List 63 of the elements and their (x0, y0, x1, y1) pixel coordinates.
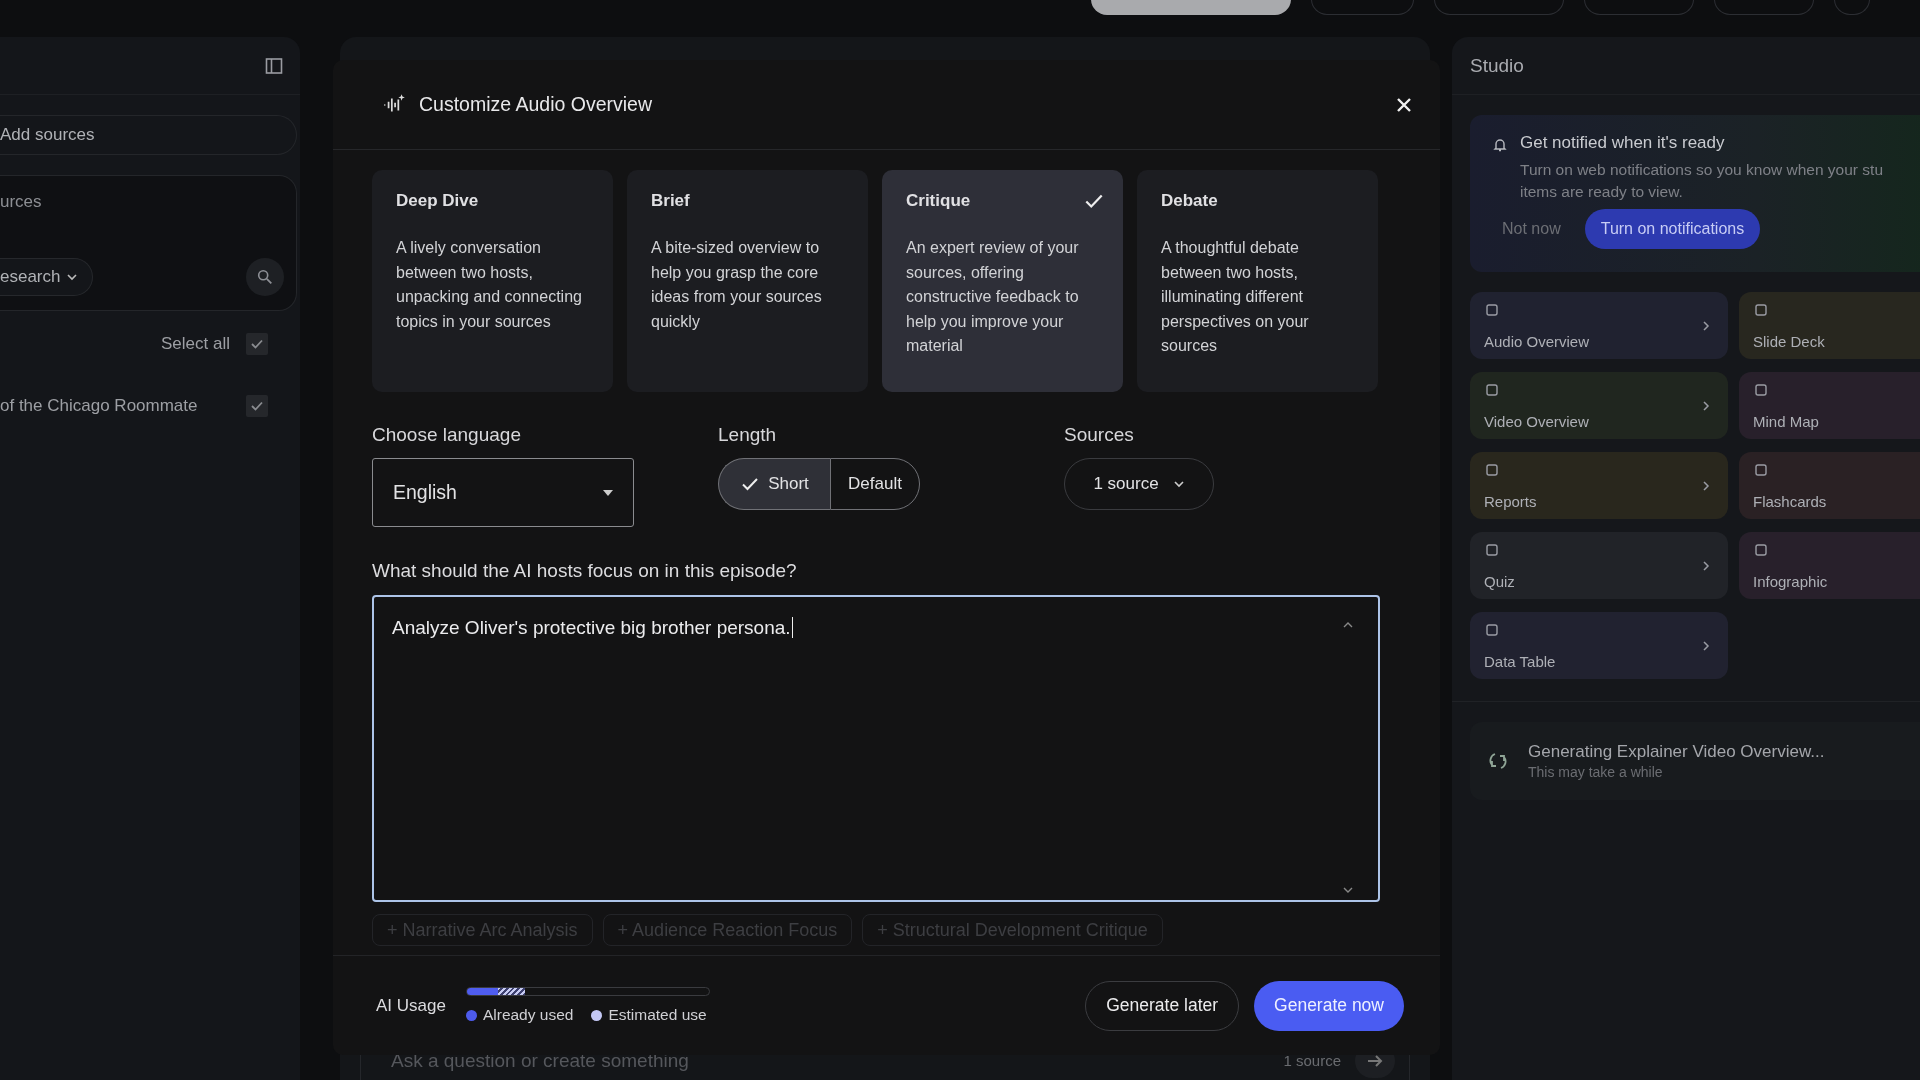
format-card[interactable]: Critique An expert review of your sources, offering constructive feedback to help you improve your material (882, 170, 1123, 392)
chevron-down-icon (1172, 478, 1185, 490)
source-count: 1 source (1283, 1052, 1341, 1069)
turn-on-notifications-button[interactable]: Turn on notifications (1584, 209, 1761, 249)
search-icon (256, 268, 274, 286)
tile-icon (1484, 462, 1500, 478)
panel-title: Studio (1470, 54, 1524, 77)
tile-icon (1484, 622, 1500, 638)
studio-tile[interactable]: Reports (1470, 452, 1728, 519)
tile-icon (1753, 382, 1769, 398)
studio-tile[interactable]: Audio Overview (1470, 292, 1728, 359)
length-label: Length (718, 424, 778, 446)
source-checkbox[interactable] (246, 395, 268, 417)
notice-text: Turn on web notifications so you know when your stu (1520, 160, 1883, 180)
add-sources-button[interactable]: Add sources (0, 115, 297, 155)
legend-label: Estimated use (608, 1006, 707, 1024)
tile-icon (1484, 302, 1500, 318)
tile-icon (1753, 462, 1769, 478)
studio-tile[interactable]: Quiz (1470, 532, 1728, 599)
chevron-down-icon (66, 271, 79, 283)
language-select[interactable]: English (372, 458, 634, 527)
generating-subtitle: This may take a while (1528, 764, 1664, 780)
format-card[interactable]: Deep Dive A lively conversation between two hosts, unpacking and connecting topics in your sources (372, 170, 613, 392)
studio-tile[interactable]: Slide Deck (1739, 292, 1920, 359)
focus-text-area[interactable]: Analyze Oliver's protective big brother persona. (372, 595, 1380, 902)
chevron-right-icon (1700, 320, 1712, 332)
search-mode-dropdown[interactable]: esearch (0, 258, 94, 296)
select-all-checkbox[interactable] (246, 333, 268, 355)
format-card[interactable]: Brief A bite-sized overview to help you grasp the core ideas from your sources quickly (627, 170, 868, 392)
chevron-right-icon (1700, 640, 1712, 652)
usage-label: AI Usage (376, 995, 446, 1016)
source-title[interactable]: of the Chicago Roommate (0, 396, 198, 416)
bell-icon (1492, 137, 1508, 153)
studio-tile[interactable]: Video Overview (1470, 372, 1728, 439)
length-option[interactable]: Short (718, 458, 830, 510)
chevron-right-icon (1700, 560, 1712, 572)
select-all-label: Select all (161, 334, 230, 354)
legend-label: Already used (482, 1006, 574, 1024)
sources-label: Sources (1064, 424, 1135, 446)
search-prompt: urces (0, 192, 43, 212)
generate-now-button[interactable]: Generate now (1254, 980, 1404, 1031)
panel-toggle-icon[interactable] (264, 55, 284, 76)
tile-icon (1753, 542, 1769, 558)
tile-icon (1753, 302, 1769, 318)
tile-icon (1484, 542, 1500, 558)
studio-tile[interactable]: Mind Map (1739, 372, 1920, 439)
tile-icon (1484, 382, 1500, 398)
studio-tile[interactable]: Flashcards (1739, 452, 1920, 519)
studio-tile[interactable]: Infographic (1739, 532, 1920, 599)
format-card[interactable]: Debate A thoughtful debate between two hosts, illuminating different perspectives on your sources (1137, 170, 1378, 392)
dropdown-arrow-icon (603, 489, 613, 496)
notice-title: Get notified when it's ready (1520, 133, 1726, 153)
search-button[interactable] (246, 258, 284, 296)
generating-title: Generating Explainer Video Overview... (1528, 742, 1825, 762)
dialog-title: Customize Audio Overview (419, 93, 653, 116)
legend-dot (465, 1009, 477, 1021)
focus-question: What should the AI hosts focus on in this episode? (372, 560, 798, 582)
chevron-right-icon (1700, 480, 1712, 492)
studio-tile[interactable]: Data Table (1470, 612, 1728, 679)
chevron-right-icon (1700, 400, 1712, 412)
legend-dot (591, 1009, 603, 1021)
language-label: Choose language (372, 424, 522, 446)
notice-text: items are ready to view. (1520, 182, 1684, 202)
